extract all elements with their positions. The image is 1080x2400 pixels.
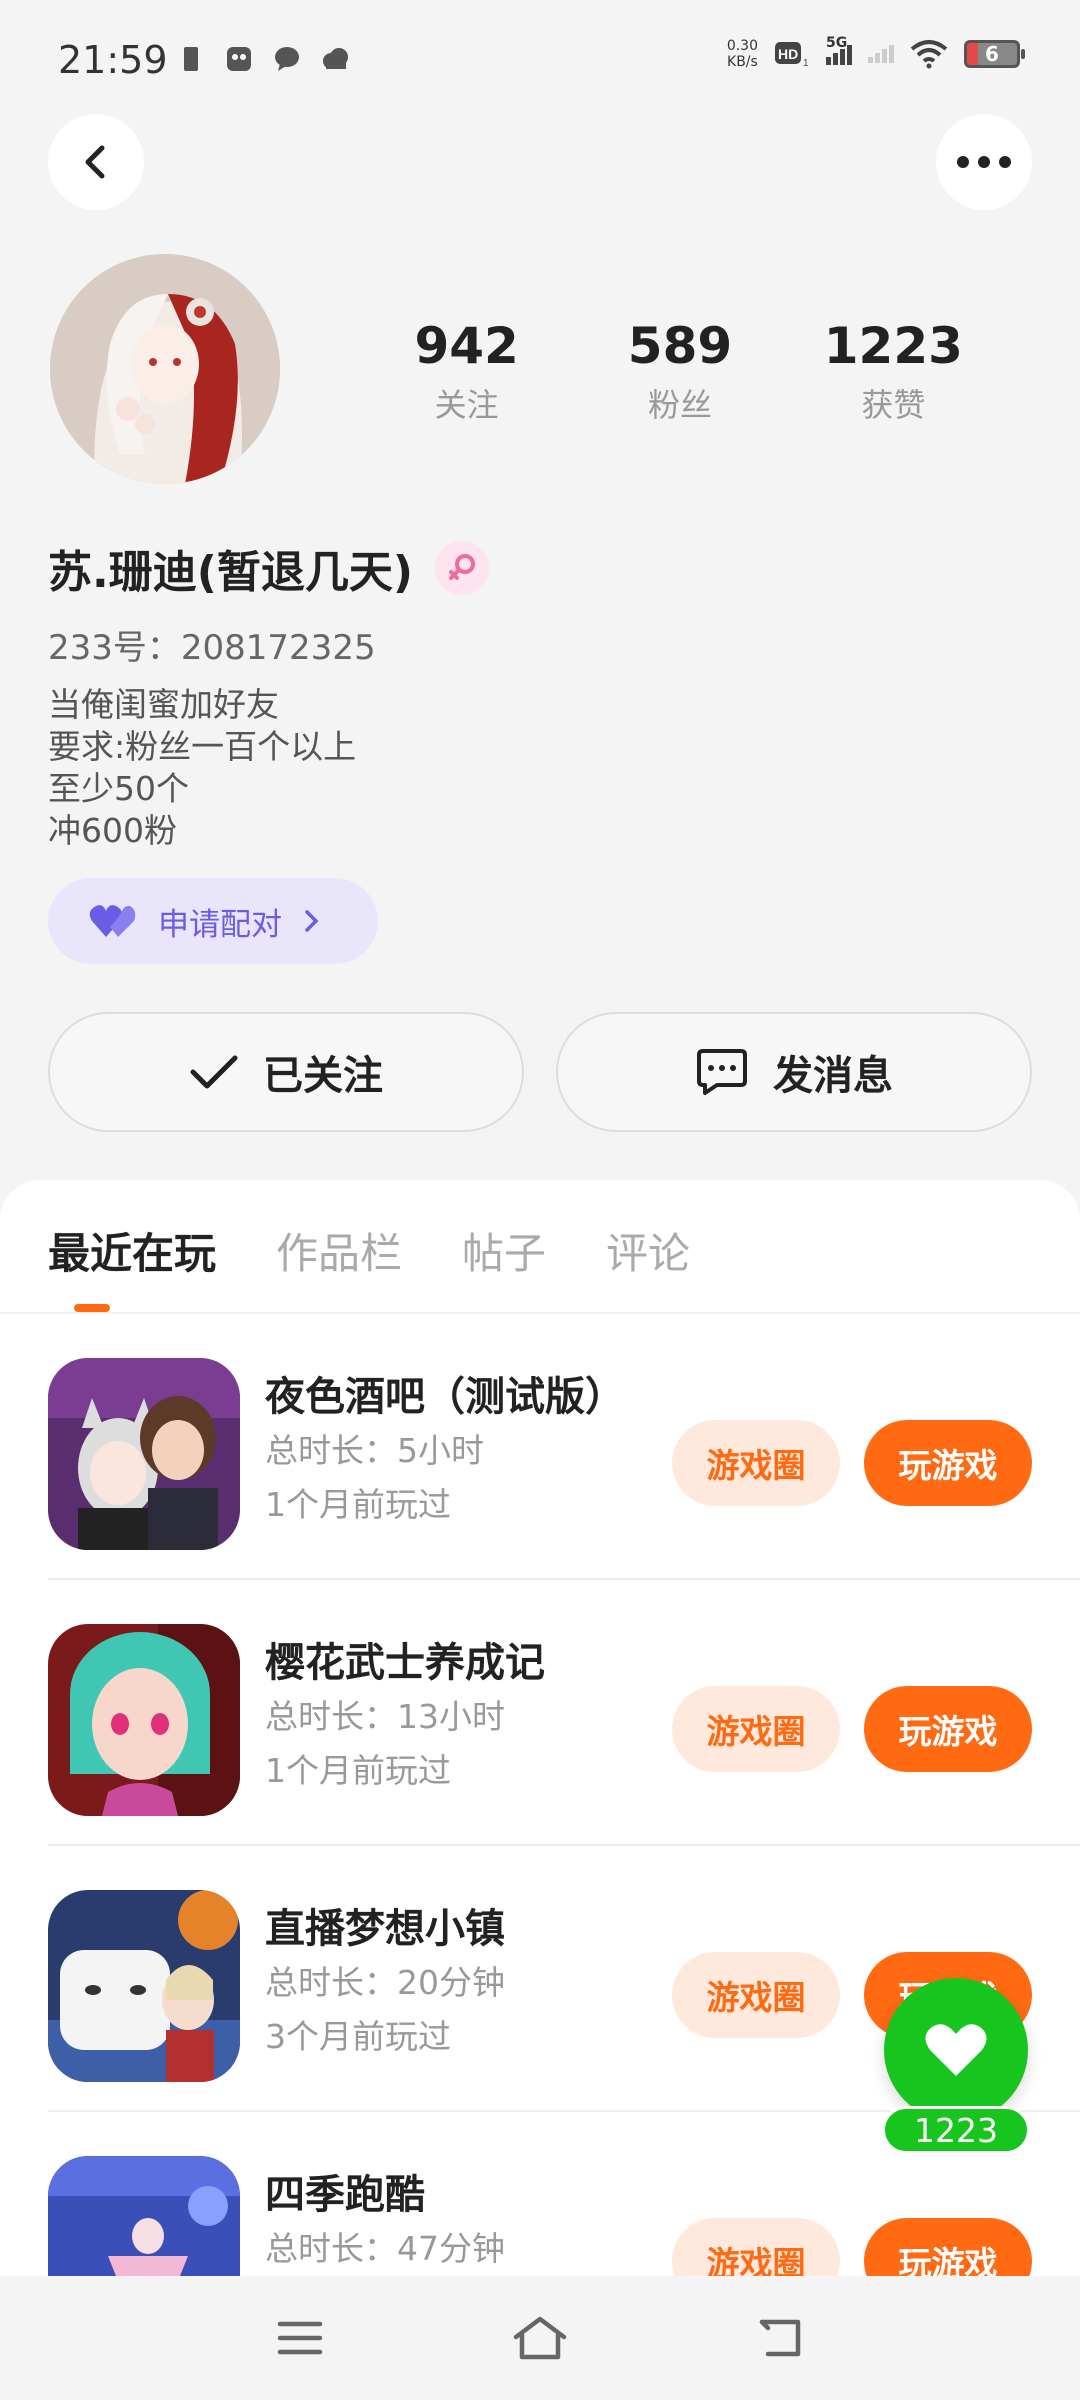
menu-nav-button[interactable] <box>260 2298 340 2378</box>
double-heart-icon <box>89 905 136 937</box>
followed-label: 已关注 <box>263 1053 383 1099</box>
fans-label: 粉丝 <box>647 386 712 424</box>
username-row: 苏.珊迪(暂退几天) <box>48 536 489 600</box>
tab-posts[interactable]: 帖子 <box>462 1220 546 1281</box>
back-arrow-icon <box>85 145 105 179</box>
game-list: 夜色酒吧（测试版） 总时长：5小时 1个月前玩过 游戏圈 玩游戏 樱花武士养成记… <box>0 1314 1080 2378</box>
app-notification-icon <box>227 47 251 71</box>
stat-likes[interactable]: 1223 获赞 <box>787 316 1000 426</box>
status-time: 21:59 <box>58 38 168 82</box>
play-game-button[interactable]: 玩游戏 <box>864 1420 1032 1506</box>
svg-text:1: 1 <box>803 58 809 69</box>
chat-icon <box>275 47 299 71</box>
game-last-played: 3个月前玩过 <box>265 2017 451 2056</box>
like-button[interactable] <box>884 1978 1028 2122</box>
game-circle-button[interactable]: 游戏圈 <box>672 1420 840 1506</box>
message-bubble-icon <box>697 1049 747 1095</box>
more-options-button[interactable] <box>936 114 1032 210</box>
battery-level: 6 <box>985 42 999 66</box>
home-nav-button[interactable] <box>500 2298 580 2378</box>
tab-works[interactable]: 作品栏 <box>276 1220 402 1281</box>
following-count: 942 <box>414 317 519 375</box>
game-last-played: 1个月前玩过 <box>265 1751 451 1790</box>
signal-2-icon <box>868 45 894 63</box>
pair-label: 申请配对 <box>158 906 282 943</box>
menu-icon <box>277 2321 323 2355</box>
game-name: 四季跑酷 <box>265 2172 425 2218</box>
avatar-illustration <box>50 254 280 484</box>
net-speed-unit: KB/s <box>727 54 758 70</box>
bio-line: 冲600粉 <box>48 811 177 850</box>
likes-count: 1223 <box>823 317 963 375</box>
profile-stats: 942 关注 589 粉丝 1223 获赞 <box>360 316 1000 426</box>
username: 苏.珊迪(暂退几天) <box>48 547 413 598</box>
heart-icon <box>925 2024 987 2076</box>
play-game-button[interactable]: 玩游戏 <box>864 1686 1032 1772</box>
fans-count: 589 <box>627 317 733 375</box>
list-item[interactable]: 樱花武士养成记 总时长：13小时 1个月前玩过 游戏圈 玩游戏 <box>0 1580 1080 1846</box>
network-type: 5G <box>826 35 848 51</box>
game-icon-live-dream-town[interactable] <box>48 1890 240 2082</box>
list-item[interactable]: 夜色酒吧（测试版） 总时长：5小时 1个月前玩过 游戏圈 玩游戏 <box>0 1314 1080 1580</box>
followed-button[interactable]: 已关注 <box>48 1012 524 1132</box>
hd-icon: HD 1 <box>775 42 809 69</box>
home-icon <box>513 2316 567 2360</box>
tab-comments[interactable]: 评论 <box>606 1220 690 1281</box>
game-icon-sakura-samurai[interactable] <box>48 1624 240 1816</box>
notification-icons <box>176 44 350 74</box>
stat-fans[interactable]: 589 粉丝 <box>573 316 786 426</box>
back-nav-button[interactable] <box>740 2298 820 2378</box>
sim-icon <box>184 47 198 71</box>
stat-following[interactable]: 942 关注 <box>360 316 573 426</box>
like-count-badge: 1223 <box>882 2106 1030 2154</box>
message-label: 发消息 <box>773 1053 893 1099</box>
female-gender-icon <box>434 541 489 595</box>
bio-line: 至少50个 <box>48 769 189 808</box>
back-button[interactable] <box>48 114 144 210</box>
game-duration: 总时长：5小时 <box>265 1431 484 1470</box>
game-circle-button[interactable]: 游戏圈 <box>672 1686 840 1772</box>
return-icon <box>759 2319 801 2357</box>
system-status: 0.30 KB/s HD 1 5G 6 <box>727 35 1025 70</box>
game-name: 夜色酒吧（测试版） <box>265 1374 625 1420</box>
game-duration: 总时长：13小时 <box>265 1697 505 1736</box>
bio: 当俺闺蜜加好友 要求:粉丝一百个以上 至少50个 冲600粉 <box>48 684 356 852</box>
active-tab-indicator <box>74 1304 110 1312</box>
likes-label: 获赞 <box>861 386 926 424</box>
tab-recent-play[interactable]: 最近在玩 <box>48 1220 216 1281</box>
system-nav-bar <box>0 2276 1080 2400</box>
send-message-button[interactable]: 发消息 <box>556 1012 1032 1132</box>
chevron-right-icon <box>305 910 319 932</box>
following-label: 关注 <box>434 386 499 424</box>
bio-line: 要求:粉丝一百个以上 <box>48 727 357 766</box>
game-duration: 总时长：47分钟 <box>265 2229 505 2268</box>
signal-5g-icon: 5G <box>826 35 852 65</box>
game-name: 樱花武士养成记 <box>265 1640 545 1686</box>
wifi-icon <box>910 40 948 69</box>
user-id: 233号：208172325 <box>48 628 376 668</box>
game-name: 直播梦想小镇 <box>265 1906 505 1952</box>
svg-text:HD: HD <box>778 46 798 62</box>
avatar[interactable] <box>50 254 280 484</box>
cloud-icon <box>323 48 348 69</box>
net-speed-value: 0.30 <box>726 38 758 54</box>
status-bar: 21:59 0.30 KB/s HD 1 5G 6 <box>0 0 1080 120</box>
more-dots-icon <box>957 156 1011 168</box>
game-duration: 总时长：20分钟 <box>265 1963 505 2002</box>
battery-icon: 6 <box>964 40 1025 68</box>
bio-line: 当俺闺蜜加好友 <box>48 685 279 724</box>
tab-bar: 最近在玩 作品栏 帖子 评论 <box>48 1220 690 1281</box>
game-icon-night-bar[interactable] <box>48 1358 240 1550</box>
network-speed: 0.30 KB/s <box>727 38 758 70</box>
apply-pair-button[interactable]: 申请配对 <box>48 878 378 964</box>
game-circle-button[interactable]: 游戏圈 <box>672 1952 840 2038</box>
game-last-played: 1个月前玩过 <box>265 1485 451 1524</box>
check-icon <box>190 1055 238 1089</box>
